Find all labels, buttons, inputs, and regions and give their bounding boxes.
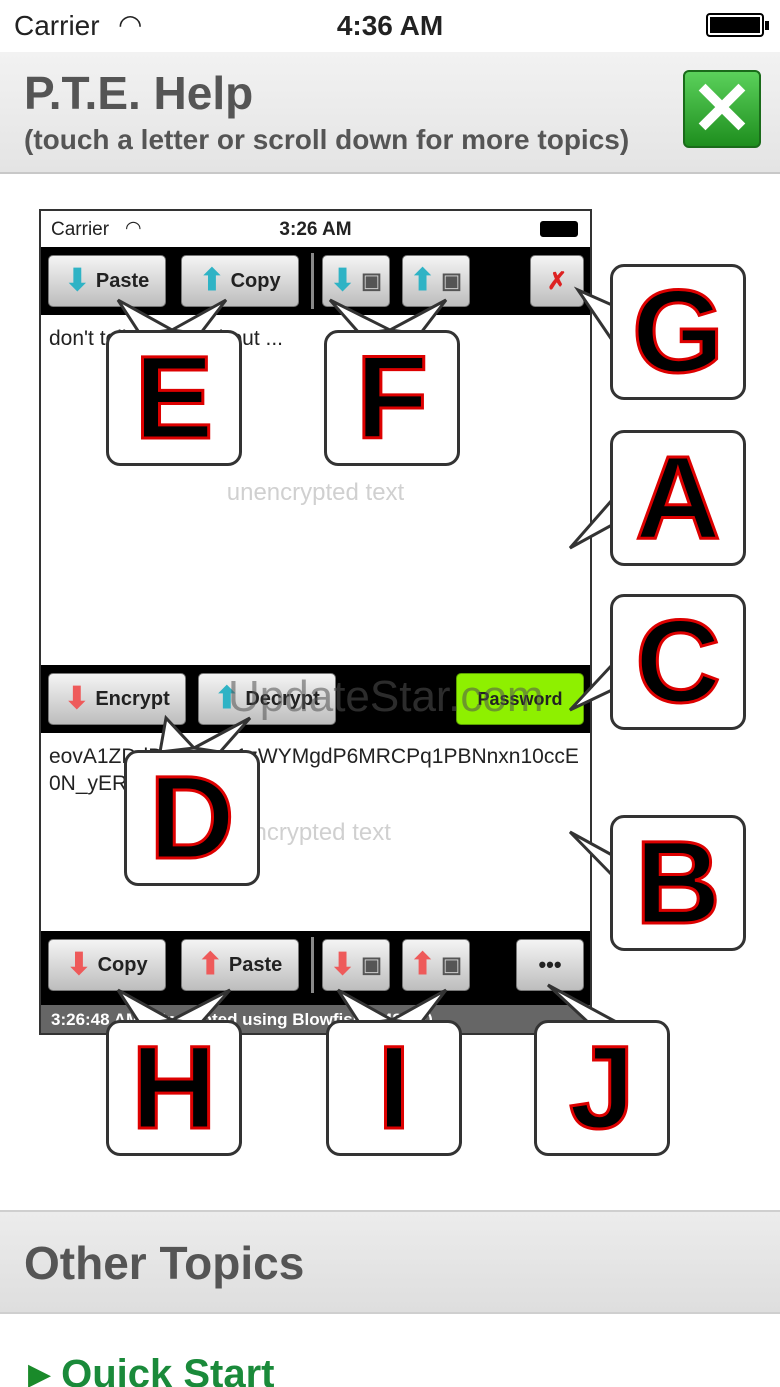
pointer-d-right (189, 716, 252, 754)
pointer-e-right (167, 298, 228, 336)
callout-i[interactable]: I (326, 1020, 462, 1156)
pointer-b (568, 830, 614, 879)
topic-label: Quick Start (61, 1352, 275, 1387)
callout-c-letter: C (634, 596, 722, 728)
pointer-d-left (158, 714, 198, 754)
pointer-i-left (336, 988, 397, 1026)
callout-j-letter: J (568, 1022, 637, 1154)
callout-i-letter: I (376, 1022, 412, 1154)
pointer-j (546, 983, 621, 1026)
callout-h-letter: H (130, 1022, 218, 1154)
pointer-h-left (116, 988, 177, 1026)
callout-h[interactable]: H (106, 1020, 242, 1156)
callout-b[interactable]: B (610, 815, 746, 951)
callout-d-letter: D (148, 752, 236, 884)
pointer-c (568, 661, 614, 712)
pointer-e-left (116, 298, 177, 336)
callout-c[interactable]: C (610, 594, 746, 730)
other-topics-title: Other Topics (24, 1237, 305, 1289)
callout-f[interactable]: F (324, 330, 460, 466)
pointer-f-right (385, 298, 448, 336)
callout-j[interactable]: J (534, 1020, 670, 1156)
pointer-i-right (387, 988, 448, 1026)
watermark: UpdateStar.com (228, 672, 544, 721)
pointer-g (573, 286, 614, 345)
pointer-f-left (328, 298, 396, 336)
callout-a-letter: A (634, 432, 722, 564)
callout-a[interactable]: A (610, 430, 746, 566)
callout-d[interactable]: D (124, 750, 260, 886)
pointer-a (568, 496, 614, 550)
pointer-h-right (167, 988, 232, 1026)
callout-g[interactable]: G (610, 264, 746, 400)
triangle-right-icon: ▶ (28, 1358, 52, 1387)
callout-e-letter: E (133, 332, 215, 464)
callout-f-letter: F (354, 332, 429, 464)
other-topics-header: Other Topics (0, 1210, 780, 1314)
callout-b-letter: B (634, 817, 722, 949)
callout-e[interactable]: E (106, 330, 242, 466)
topic-item-quick-start[interactable]: ▶ Quick Start (28, 1352, 274, 1387)
callout-g-letter: G (631, 266, 726, 398)
